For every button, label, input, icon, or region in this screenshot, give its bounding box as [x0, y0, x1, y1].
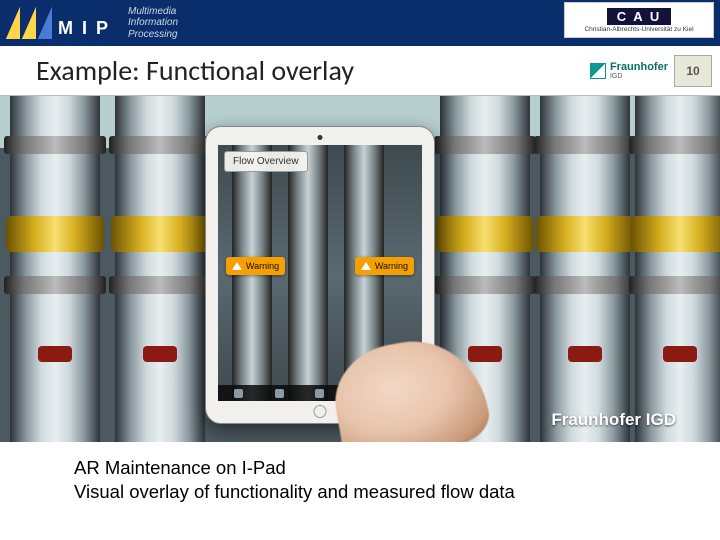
cau-logo-subtitle: Christian-Albrechts-Universität zu Kiel: [584, 26, 693, 33]
toolbar-icon: [315, 389, 324, 398]
header-sub-line: Processing: [128, 29, 178, 41]
ipad-home-button-icon: [314, 405, 327, 418]
overlay-status-text: Warning: [246, 261, 279, 271]
photo-credit: Fraunhofer IGD: [551, 410, 676, 430]
caption-line: AR Maintenance on I-Pad: [74, 456, 720, 480]
warning-icon: [361, 262, 371, 270]
flow-overview-panel-label: Flow Overview: [224, 151, 308, 172]
header-subtitle: Multimedia Information Processing: [128, 6, 178, 41]
toolbar-icon: [275, 389, 284, 398]
warning-icon: [232, 262, 242, 270]
pipe-icon: [115, 96, 205, 442]
ar-overlay-tag-left: Warning: [226, 257, 285, 275]
overlay-status-text: Warning: [375, 261, 408, 271]
title-logos: Fraunhofer IGD 10: [590, 55, 720, 87]
title-row: Example: Functional overlay Fraunhofer I…: [0, 46, 720, 96]
header-bar: M I P Multimedia Information Processing …: [0, 0, 720, 46]
toolbar-icon: [234, 389, 243, 398]
caption-line: Visual overlay of functionality and meas…: [74, 480, 720, 504]
cau-logo: C A U Christian-Albrechts-Universität zu…: [564, 2, 714, 38]
mip-logo-letters: M I P: [58, 18, 110, 39]
mip-triangle-icon: [38, 7, 52, 39]
screen-pipe-icon: [288, 145, 328, 401]
slide-title: Example: Functional overlay: [0, 53, 590, 88]
fraunhofer-logo: Fraunhofer IGD: [590, 61, 668, 80]
cau-logo-text: C A U: [607, 8, 671, 25]
anniversary-number: 10: [686, 64, 699, 78]
fraunhofer-label: Fraunhofer: [610, 61, 668, 73]
mip-logo: M I P: [6, 7, 110, 39]
anniversary-badge: 10: [674, 55, 712, 87]
example-photo: Flow Overview Warning Warning: [0, 96, 720, 442]
fraunhofer-mark-icon: [590, 63, 606, 79]
pipe-icon: [635, 96, 720, 442]
mip-triangle-icon: [22, 7, 36, 39]
header-sub-line: Multimedia: [128, 6, 178, 18]
ar-overlay-tag-right: Warning: [355, 257, 414, 275]
mip-triangle-icon: [6, 7, 20, 39]
pipe-icon: [540, 96, 630, 442]
pipe-icon: [10, 96, 100, 442]
fraunhofer-sub: IGD: [610, 73, 668, 80]
header-sub-line: Information: [128, 17, 178, 29]
slide-caption: AR Maintenance on I-Pad Visual overlay o…: [0, 442, 720, 504]
ipad-camera-icon: [318, 135, 323, 140]
